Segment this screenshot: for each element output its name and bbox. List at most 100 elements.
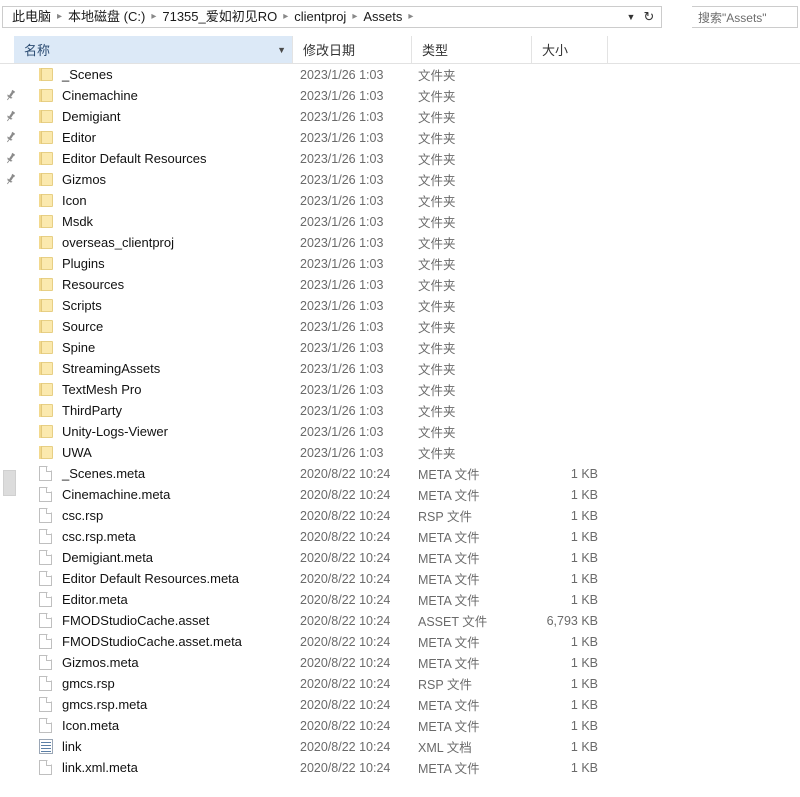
file-row[interactable]: Cinemachine2023/1/26 1:03文件夹 xyxy=(0,85,800,106)
file-row[interactable]: gmcs.rsp2020/8/22 10:24RSP 文件1 KB xyxy=(0,673,800,694)
file-row[interactable]: csc.rsp2020/8/22 10:24RSP 文件1 KB xyxy=(0,505,800,526)
pin-icon[interactable] xyxy=(4,89,17,102)
file-name-cell[interactable]: Demigiant xyxy=(39,106,121,127)
file-row[interactable]: _Scenes.meta2020/8/22 10:24META 文件1 KB xyxy=(0,463,800,484)
file-row[interactable]: Icon2023/1/26 1:03文件夹 xyxy=(0,190,800,211)
folder-icon xyxy=(39,152,54,165)
file-icon xyxy=(39,760,52,775)
file-row[interactable]: Demigiant2023/1/26 1:03文件夹 xyxy=(0,106,800,127)
file-name-cell[interactable]: Gizmos.meta xyxy=(39,652,139,673)
pin-icon[interactable] xyxy=(4,173,17,186)
file-name-cell[interactable]: Editor Default Resources xyxy=(39,148,207,169)
file-row[interactable]: ThirdParty2023/1/26 1:03文件夹 xyxy=(0,400,800,421)
file-name-cell[interactable]: FMODStudioCache.asset xyxy=(39,610,209,631)
pin-icon[interactable] xyxy=(4,152,17,165)
file-row[interactable]: Scripts2023/1/26 1:03文件夹 xyxy=(0,295,800,316)
chevron-down-icon[interactable]: ▼ xyxy=(623,7,639,27)
file-name-cell[interactable]: link xyxy=(39,736,82,757)
breadcrumb-separator-icon[interactable]: ▸ xyxy=(146,7,161,27)
file-name-cell[interactable]: csc.rsp xyxy=(39,505,103,526)
file-name-cell[interactable]: Icon xyxy=(39,190,87,211)
file-row[interactable]: gmcs.rsp.meta2020/8/22 10:24META 文件1 KB xyxy=(0,694,800,715)
breadcrumb-item[interactable]: 本地磁盘 (C:) xyxy=(67,7,146,27)
file-row[interactable]: Plugins2023/1/26 1:03文件夹 xyxy=(0,253,800,274)
file-row[interactable]: Demigiant.meta2020/8/22 10:24META 文件1 KB xyxy=(0,547,800,568)
breadcrumb-item[interactable]: Assets xyxy=(362,7,403,27)
file-name-cell[interactable]: ThirdParty xyxy=(39,400,122,421)
file-row[interactable]: Resources2023/1/26 1:03文件夹 xyxy=(0,274,800,295)
file-row[interactable]: UWA2023/1/26 1:03文件夹 xyxy=(0,442,800,463)
file-row[interactable]: Icon.meta2020/8/22 10:24META 文件1 KB xyxy=(0,715,800,736)
file-row[interactable]: Cinemachine.meta2020/8/22 10:24META 文件1 … xyxy=(0,484,800,505)
file-date-cell: 2020/8/22 10:24 xyxy=(300,761,390,775)
breadcrumb[interactable]: 此电脑▸本地磁盘 (C:)▸71355_爱如初见RO▸clientproj▸As… xyxy=(2,6,662,28)
file-name-cell[interactable]: Editor.meta xyxy=(39,589,128,610)
vertical-scrollbar-thumb[interactable] xyxy=(3,470,16,496)
file-name-cell[interactable]: StreamingAssets xyxy=(39,358,160,379)
file-name-cell[interactable]: Demigiant.meta xyxy=(39,547,153,568)
file-name-cell[interactable]: Editor Default Resources.meta xyxy=(39,568,239,589)
breadcrumb-item[interactable]: clientproj xyxy=(293,7,347,27)
file-row[interactable]: Spine2023/1/26 1:03文件夹 xyxy=(0,337,800,358)
file-name-cell[interactable]: gmcs.rsp.meta xyxy=(39,694,147,715)
breadcrumb-separator-icon[interactable]: ▸ xyxy=(278,7,293,27)
column-header-name[interactable]: 名称 ▼ xyxy=(14,36,293,63)
file-name-cell[interactable]: Icon.meta xyxy=(39,715,119,736)
file-row[interactable]: link.xml.meta2020/8/22 10:24META 文件1 KB xyxy=(0,757,800,778)
file-name-cell[interactable]: Cinemachine.meta xyxy=(39,484,170,505)
file-row[interactable]: _Scenes2023/1/26 1:03文件夹 xyxy=(0,64,800,85)
file-name-cell[interactable]: overseas_clientproj xyxy=(39,232,174,253)
file-row[interactable]: Editor Default Resources.meta2020/8/22 1… xyxy=(0,568,800,589)
file-row[interactable]: FMODStudioCache.asset2020/8/22 10:24ASSE… xyxy=(0,610,800,631)
file-name-cell[interactable]: csc.rsp.meta xyxy=(39,526,136,547)
file-name-cell[interactable]: Source xyxy=(39,316,103,337)
file-name-cell[interactable]: Scripts xyxy=(39,295,102,316)
file-name-cell[interactable]: _Scenes.meta xyxy=(39,463,145,484)
breadcrumb-separator-icon[interactable]: ▸ xyxy=(52,7,67,27)
refresh-icon[interactable]: ↻ xyxy=(639,7,659,27)
file-row[interactable]: Editor.meta2020/8/22 10:24META 文件1 KB xyxy=(0,589,800,610)
file-name-cell[interactable]: Plugins xyxy=(39,253,105,274)
column-header-date[interactable]: 修改日期 xyxy=(293,36,412,63)
file-row[interactable]: StreamingAssets2023/1/26 1:03文件夹 xyxy=(0,358,800,379)
file-name-cell[interactable]: Msdk xyxy=(39,211,93,232)
file-name-cell[interactable]: FMODStudioCache.asset.meta xyxy=(39,631,242,652)
file-name-cell[interactable]: link.xml.meta xyxy=(39,757,138,778)
file-row[interactable]: overseas_clientproj2023/1/26 1:03文件夹 xyxy=(0,232,800,253)
file-row[interactable]: Editor2023/1/26 1:03文件夹 xyxy=(0,127,800,148)
search-input[interactable]: 搜索"Assets" xyxy=(692,6,798,28)
file-row[interactable]: Editor Default Resources2023/1/26 1:03文件… xyxy=(0,148,800,169)
file-row[interactable]: TextMesh Pro2023/1/26 1:03文件夹 xyxy=(0,379,800,400)
file-name-cell[interactable]: Cinemachine xyxy=(39,85,138,106)
file-row[interactable]: Gizmos2023/1/26 1:03文件夹 xyxy=(0,169,800,190)
breadcrumb-separator-icon[interactable]: ▸ xyxy=(347,7,362,27)
file-list[interactable]: _Scenes2023/1/26 1:03文件夹Cinemachine2023/… xyxy=(0,64,800,797)
column-header-type[interactable]: 类型 xyxy=(412,36,532,63)
breadcrumb-separator-icon[interactable]: ▸ xyxy=(403,7,418,27)
pin-icon[interactable] xyxy=(4,110,17,123)
file-name-label: Editor Default Resources.meta xyxy=(59,570,239,587)
file-name-cell[interactable]: _Scenes xyxy=(39,64,113,85)
file-icon xyxy=(39,466,52,481)
file-name-cell[interactable]: TextMesh Pro xyxy=(39,379,141,400)
breadcrumb-item[interactable]: 此电脑 xyxy=(11,7,52,27)
file-name-cell[interactable]: gmcs.rsp xyxy=(39,673,115,694)
file-row[interactable]: Unity-Logs-Viewer2023/1/26 1:03文件夹 xyxy=(0,421,800,442)
pin-icon[interactable] xyxy=(4,131,17,144)
column-header-size[interactable]: 大小 xyxy=(532,36,608,63)
file-name-cell[interactable]: Unity-Logs-Viewer xyxy=(39,421,168,442)
file-name-cell[interactable]: Gizmos xyxy=(39,169,106,190)
file-name-cell[interactable]: Editor xyxy=(39,127,96,148)
file-row[interactable]: FMODStudioCache.asset.meta2020/8/22 10:2… xyxy=(0,631,800,652)
breadcrumb-item[interactable]: 71355_爱如初见RO xyxy=(161,7,278,27)
file-name-cell[interactable]: Spine xyxy=(39,337,95,358)
file-name-cell[interactable]: Resources xyxy=(39,274,124,295)
file-row[interactable]: Source2023/1/26 1:03文件夹 xyxy=(0,316,800,337)
file-size-cell: 1 KB xyxy=(540,509,598,523)
file-name-cell[interactable]: UWA xyxy=(39,442,92,463)
file-row[interactable]: Msdk2023/1/26 1:03文件夹 xyxy=(0,211,800,232)
chevron-down-icon[interactable]: ▼ xyxy=(277,45,286,55)
file-row[interactable]: csc.rsp.meta2020/8/22 10:24META 文件1 KB xyxy=(0,526,800,547)
file-row[interactable]: link2020/8/22 10:24XML 文档1 KB xyxy=(0,736,800,757)
file-row[interactable]: Gizmos.meta2020/8/22 10:24META 文件1 KB xyxy=(0,652,800,673)
